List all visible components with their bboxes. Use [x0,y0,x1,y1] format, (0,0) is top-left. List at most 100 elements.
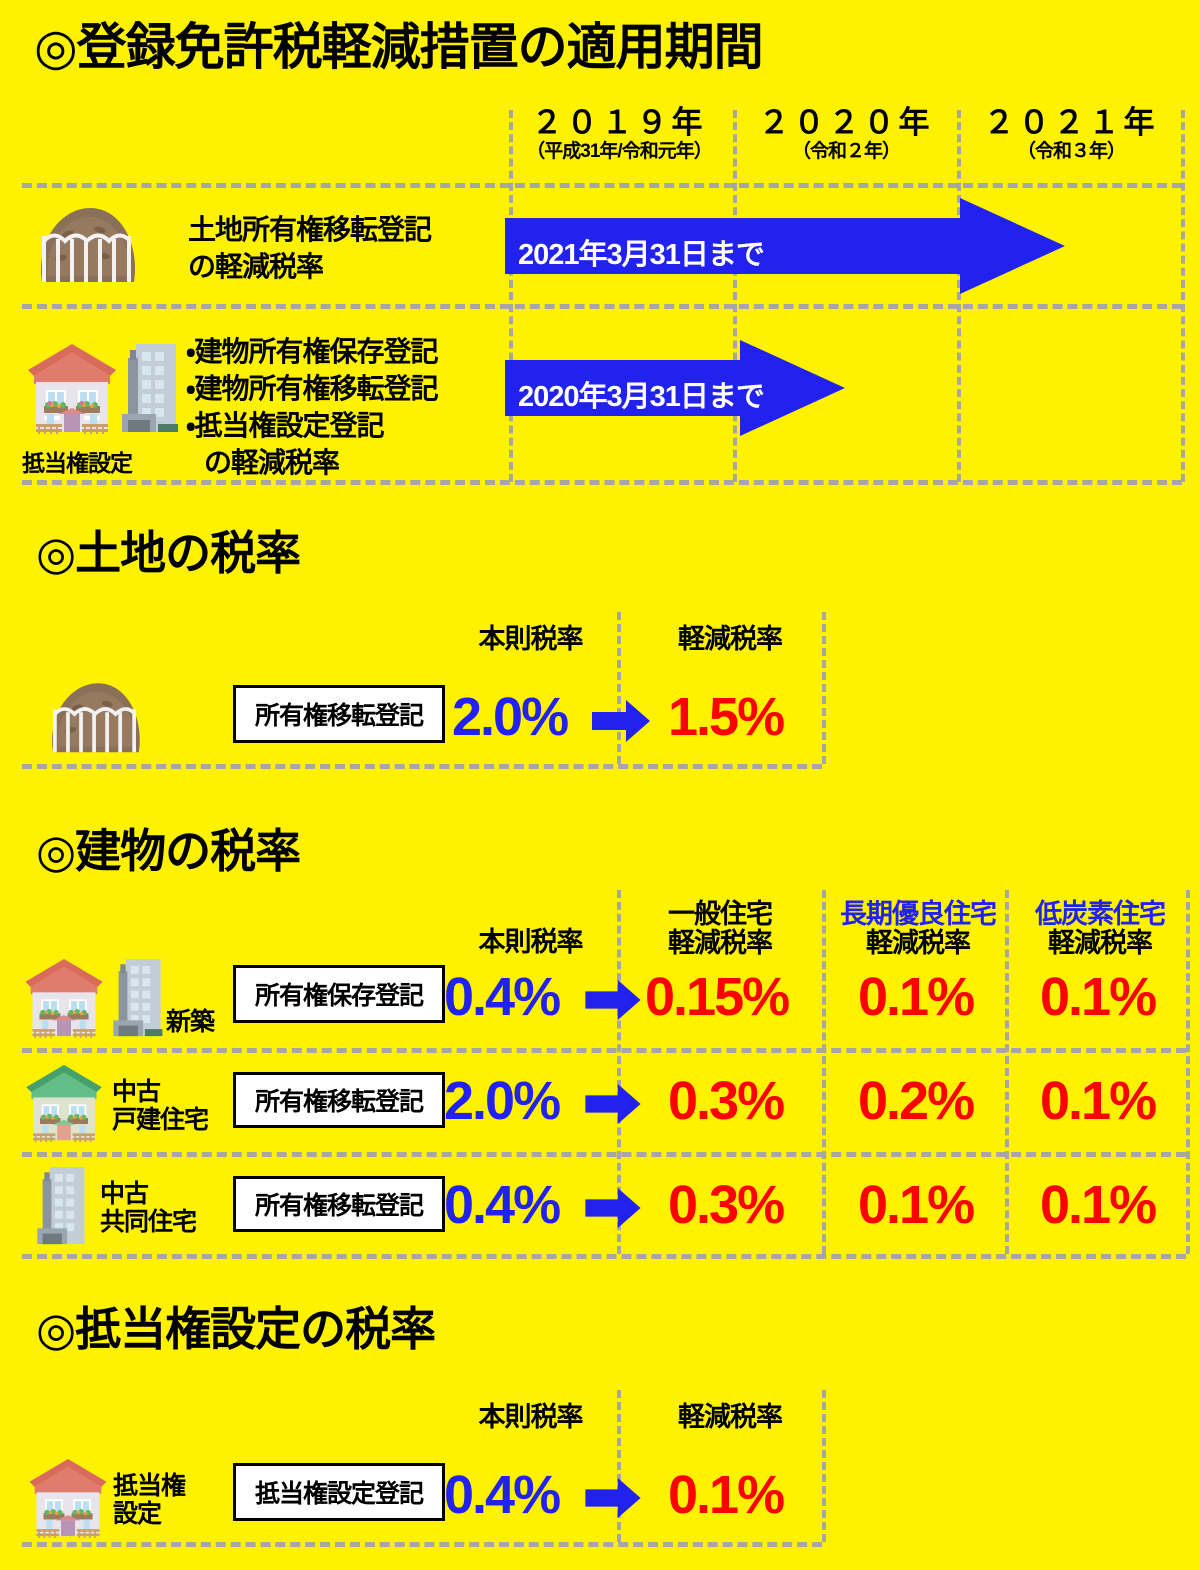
timeline-row-2-label-line2: の軽減税率 [204,446,340,478]
timeline-row-2-label: ・建物所有権保存登記 ・建物所有権移転登記 ・抵当権設定登記 の軽減税率 [186,334,439,482]
mortgage-row-label: 抵当権 設定 [113,1472,186,1528]
building-header-low-carbon-line2: 軽減税率 [1048,928,1153,959]
mortgage-header-standard: 本則税率 [478,1402,584,1432]
building-row-divider-3 [22,1254,1186,1259]
timeline-divider-top [22,183,1182,188]
building-header-low-carbon: 低炭素住宅 軽減税率 [1010,899,1190,959]
timeline-row-2-bullet-2: ・建物所有権移転登記 [186,372,439,404]
timeline-row-1-label: 土地所有権移転登記 の軽減税率 [188,212,432,286]
timeline-arrow-2021-text: 2021年3月31日まで [518,239,765,271]
year-2021-label: ２０２１年 [983,105,1159,140]
land-header-reduced: 軽減税率 [678,624,783,654]
building-header-general-line1: 一般住宅 [668,899,773,929]
year-2019-era: （平成31年/令和元年） [526,140,712,162]
timeline-row-2-icon-caption: 抵当権設定 [22,450,133,476]
mortgage-standard-rate: 0.4% [444,1465,561,1525]
building-header-low-carbon-line1: 低炭素住宅 [1035,899,1166,929]
building-row-2-label: 中古 戸建住宅 [112,1078,209,1134]
mortgage-col-divider-1 [617,1390,621,1542]
land-header-standard: 本則税率 [478,624,584,654]
building-row-1-low-carbon-rate: 0.1% [1040,967,1157,1027]
building-header-long-term-line1: 長期優良住宅 [840,899,997,929]
mortgage-registration-box: 抵当権設定登記 [233,1463,445,1521]
apartment-building-icon [122,344,178,432]
building-header-standard: 本則税率 [478,927,584,957]
building-row-2-general-rate: 0.3% [668,1071,785,1131]
new-house-icon [25,959,103,1038]
building-section-title: ◎建物の税率 [36,825,301,877]
year-2020-label: ２０２０年 [758,105,934,140]
building-row-2-low-carbon-rate: 0.1% [1040,1071,1157,1131]
land-reduced-rate: 1.5% [668,687,785,747]
building-row-1-registration-box: 所有権保存登記 [233,965,445,1023]
land-registration-box: 所有権移転登記 [233,685,445,743]
land-mound-icon [52,683,140,753]
building-row-divider-1 [22,1048,1186,1053]
mortgage-transition-arrow-icon [585,1478,641,1518]
year-column-2019: ２０１９年 （平成31年/令和元年） [505,105,733,162]
mortgage-house-icon [29,1459,107,1538]
building-col-divider-4 [1186,890,1190,1254]
land-mound-icon [41,207,136,282]
mortgage-row-label-line1: 抵当権 [113,1472,186,1500]
year-2021-era: （令和３年） [1016,140,1126,162]
new-apartment-building-icon [113,959,163,1037]
building-header-long-term: 長期優良住宅 軽減税率 [828,899,1008,959]
building-row-2-long-term-rate: 0.2% [858,1071,975,1131]
building-row-1-label: 新築 [166,1008,215,1036]
building-col-divider-2 [822,890,826,1254]
land-transition-arrow-icon [592,700,650,742]
mortgage-col-divider-2 [822,1390,826,1542]
building-col-divider-3 [1005,890,1009,1254]
year-2019-label: ２０１９年 [531,105,707,140]
building-row-2-label-line1: 中古 [112,1078,161,1106]
building-row-1-standard-rate: 0.4% [444,967,561,1027]
timeline-title: ◎登録免許税軽減措置の適用期間 [34,19,764,75]
timeline-col-divider-3 [957,110,961,482]
building-header-general: 一般住宅 軽減税率 [625,899,815,959]
mortgage-header-reduced: 軽減税率 [678,1402,783,1432]
year-column-2020: ２０２０年 （令和２年） [735,105,957,162]
building-row-divider-2 [22,1152,1186,1157]
building-row-1-label-line1: 新築 [166,1008,215,1036]
timeline-divider-middle [22,304,1182,309]
timeline-row-1-label-line2: の軽減税率 [188,250,324,282]
building-row-3-standard-rate: 0.4% [444,1175,561,1235]
building-header-general-line2: 軽減税率 [668,928,773,959]
mortgage-section-title: ◎抵当権設定の税率 [36,1303,436,1355]
mortgage-row-divider-bottom [22,1542,822,1547]
house-and-building-icon [28,344,116,434]
timeline-row-2-bullet-3: ・抵当権設定登記 [186,409,385,441]
land-col-divider-2 [822,612,826,764]
land-section-title: ◎土地の税率 [36,527,301,579]
mortgage-reduced-rate: 0.1% [668,1465,785,1525]
building-row-3-label-line2: 共同住宅 [100,1208,197,1236]
building-header-long-term-line2: 軽減税率 [866,928,971,959]
building-row-3-long-term-rate: 0.1% [858,1175,975,1235]
building-row-1-transition-arrow-icon [585,980,641,1020]
building-row-3-label-line1: 中古 [100,1180,149,1208]
mortgage-row-label-line2: 設定 [113,1500,162,1528]
building-row-1-long-term-rate: 0.1% [858,967,975,1027]
building-row-2-label-line2: 戸建住宅 [112,1106,209,1134]
used-condominium-icon [37,1167,85,1245]
building-row-3-general-rate: 0.3% [668,1175,785,1235]
building-row-3-label: 中古 共同住宅 [100,1180,197,1236]
building-row-2-registration-box: 所有権移転登記 [233,1072,445,1128]
year-2020-era: （令和２年） [791,140,901,162]
building-row-3-registration-box: 所有権移転登記 [233,1176,445,1232]
infographic-page: ◎登録免許税軽減措置の適用期間 ２０１９年 （平成31年/令和元年） ２０２０年… [0,0,1200,1570]
year-column-2021: ２０２１年 （令和３年） [959,105,1183,162]
land-row-divider-bottom [22,764,822,769]
timeline-col-divider-4 [1181,110,1185,482]
building-row-2-standard-rate: 2.0% [444,1071,561,1131]
building-row-2-transition-arrow-icon [585,1084,641,1124]
building-row-3-transition-arrow-icon [585,1188,641,1228]
building-row-3-low-carbon-rate: 0.1% [1040,1175,1157,1235]
used-detached-house-icon [26,1064,102,1142]
timeline-arrow-2020-text: 2020年3月31日まで [518,381,765,413]
land-standard-rate: 2.0% [452,687,569,747]
timeline-row-2-bullet-1: ・建物所有権保存登記 [186,336,439,367]
timeline-row-1-label-line1: 土地所有権移転登記 [188,214,432,245]
building-row-1-general-rate: 0.15% [645,967,790,1027]
